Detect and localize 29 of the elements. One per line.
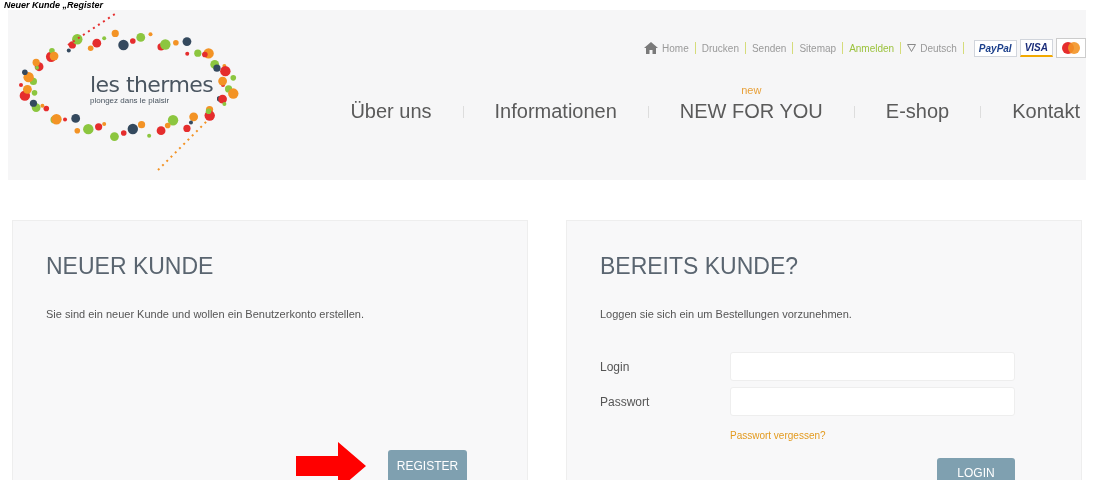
logo-tagline: plongez dans le plaisir: [90, 96, 170, 106]
top-link[interactable]: Deutsch: [907, 40, 957, 56]
arrow-icon: [295, 442, 366, 480]
panel-title: NEUER KUNDE: [46, 252, 215, 281]
top-link[interactable]: Drucken: [701, 40, 739, 56]
panel-text: Loggen sie sich ein um Bestellungen vorzunehmen.: [599, 306, 853, 322]
triangle-icon: [907, 44, 917, 52]
top-link[interactable]: Sitemap: [799, 40, 837, 56]
top-link[interactable]: Senden: [751, 40, 787, 56]
main-nav-link[interactable]: Über uns: [350, 98, 432, 124]
top-link[interactable]: Home: [644, 40, 689, 56]
panel-text: Sie sind ein neuer Kunde und wollen ein Benutzerkonto erstellen.: [46, 306, 365, 322]
top-link[interactable]: Anmelden: [849, 40, 895, 56]
main-nav-link[interactable]: E-shop: [885, 98, 950, 124]
field-label: Passwort: [599, 393, 651, 411]
home-icon: [644, 42, 658, 54]
main-nav-link[interactable]: NEW FOR YOU: [679, 98, 823, 124]
logo-name: les thermes: [90, 74, 214, 96]
main-nav-link[interactable]: Informationen: [494, 98, 617, 124]
panel-title: BEREITS KUNDE?: [599, 252, 800, 281]
caption: Neuer Kunde „Register: [3, 0, 105, 10]
register-button[interactable]: REGISTER: [387, 450, 467, 480]
paypal-badge: PayPal: [973, 39, 1017, 57]
field-label: Login: [599, 358, 631, 376]
forgot-password-link[interactable]: Passwort vergessen?: [729, 430, 826, 441]
main-nav-link[interactable]: Kontakt: [1012, 98, 1080, 124]
login-button[interactable]: LOGIN: [937, 458, 1015, 480]
new-label: new: [741, 84, 762, 96]
visa-badge: VISA: [1019, 39, 1053, 57]
